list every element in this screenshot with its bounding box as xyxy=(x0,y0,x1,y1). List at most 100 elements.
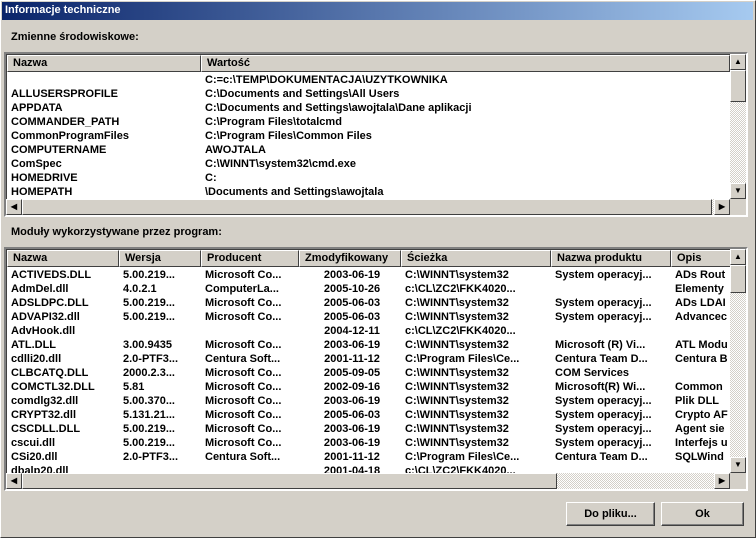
cell: Microsoft Co... xyxy=(205,381,282,393)
env-label: Zmienne środowiskowe: xyxy=(11,31,139,43)
cell: 2002-09-16 xyxy=(323,381,381,393)
cell: c:\CL\ZC2\FKK4020... xyxy=(405,465,516,473)
scroll-down-icon[interactable]: ▼ xyxy=(730,457,746,473)
list-row[interactable]: CLBCATQ.DLL 2000.2.3... Microsoft Co... 200… xyxy=(7,366,732,380)
cell xyxy=(119,464,201,473)
cell: 2001-11-12 xyxy=(324,353,380,365)
cell: COMPUTERNAME xyxy=(11,144,107,156)
cell: 5.131.21... xyxy=(123,409,175,421)
cell: Elementy xyxy=(675,283,724,295)
scroll-up-icon[interactable]: ▲ xyxy=(730,54,746,70)
list-row[interactable]: ATL.DLL 3.00.9435 Microsoft Co... 2003-06-1… xyxy=(7,338,732,352)
cell: 2005-10-26 xyxy=(323,283,381,295)
column-header-4[interactable]: Ścieżka xyxy=(401,250,551,267)
env-hscroll-thumb[interactable] xyxy=(22,199,712,215)
scroll-right-icon[interactable]: ▶ xyxy=(714,473,730,489)
cell: C:\WINNT\system32\cmd.exe xyxy=(205,158,356,170)
list-row[interactable]: CommonProgramFiles C:\Program Files\Commo… xyxy=(7,129,730,143)
cell: Microsoft Co... xyxy=(205,409,282,421)
column-header-2[interactable]: Producent xyxy=(201,250,299,267)
list-row[interactable]: AdvHook.dll 2004-12-11 c:\CL\ZC2\FKK4020..… xyxy=(7,324,732,338)
cell: ADs Rout xyxy=(675,269,726,281)
scroll-left-icon[interactable]: ◀ xyxy=(6,199,22,215)
cell: C:\WINNT\system32 xyxy=(405,381,509,393)
list-row[interactable]: cscui.dll 5.00.219... Microsoft Co... 2003-… xyxy=(7,436,732,450)
modules-hscroll-thumb[interactable] xyxy=(22,473,557,489)
column-header-1[interactable]: Wartość xyxy=(201,55,730,72)
cell: System operacyj... xyxy=(555,437,652,449)
list-row[interactable]: C:=c:\TEMP\DOKUMENTACJA\UZYTKOWNIKA xyxy=(7,73,730,87)
cell: C:\Program Files\totalcmd xyxy=(205,116,342,128)
cell: ADs LDAI xyxy=(675,297,726,309)
cell xyxy=(201,324,299,338)
cell: 2001-04-18 xyxy=(323,465,381,473)
cell: 2003-06-19 xyxy=(323,339,381,351)
cell: CRYPT32.dll xyxy=(11,409,76,421)
list-row[interactable]: COMMANDER_PATH C:\Program Files\totalcmd xyxy=(7,115,730,129)
env-vscroll-thumb[interactable] xyxy=(730,70,746,102)
list-row[interactable]: HOMEDRIVE C: xyxy=(7,171,730,185)
list-row[interactable]: CSCDLL.DLL 5.00.219... Microsoft Co... 2003… xyxy=(7,422,732,436)
env-list[interactable]: Nazwa Wartość C:=c:\TEMP\DOKUMENTACJA\UZY… xyxy=(4,52,748,217)
cell: 2001-11-12 xyxy=(324,451,380,463)
column-header-5[interactable]: Nazwa produktu xyxy=(551,250,671,267)
scroll-up-icon[interactable]: ▲ xyxy=(730,249,746,265)
cell: 5.00.219... xyxy=(123,311,175,323)
modules-label: Moduły wykorzystywane przez program: xyxy=(11,226,222,238)
cell: 2003-06-19 xyxy=(323,269,381,281)
cell xyxy=(201,464,299,473)
cell: ADVAPI32.dll xyxy=(11,311,80,323)
env-rows: C:=c:\TEMP\DOKUMENTACJA\UZYTKOWNIKA ALLUS… xyxy=(7,73,730,213)
list-row[interactable]: COMCTL32.DLL 5.81 Microsoft Co... 2002-09-1… xyxy=(7,380,732,394)
cell: System operacyj... xyxy=(555,409,652,421)
scroll-right-icon[interactable]: ▶ xyxy=(714,199,730,215)
column-header-0[interactable]: Nazwa xyxy=(7,250,119,267)
cell: 2004-12-11 xyxy=(324,325,380,337)
column-header-1[interactable]: Wersja xyxy=(119,250,201,267)
env-hscrollbar[interactable]: ◀ ▶ xyxy=(6,199,730,215)
list-row[interactable]: cdlli20.dll 2.0-PTF3... Centura Soft... 200… xyxy=(7,352,732,366)
cell: C:=c:\TEMP\DOKUMENTACJA\UZYTKOWNIKA xyxy=(205,74,448,86)
scroll-down-icon[interactable]: ▼ xyxy=(730,183,746,199)
cell: 5.00.219... xyxy=(123,269,175,281)
list-row[interactable]: ALLUSERSPROFILE C:\Documents and Settings… xyxy=(7,87,730,101)
cell: System operacyj... xyxy=(555,269,652,281)
ok-button[interactable]: Ok xyxy=(661,502,744,526)
cell: 5.00.219... xyxy=(123,297,175,309)
modules-hscrollbar[interactable]: ◀ ▶ xyxy=(6,473,730,489)
list-row[interactable]: ACTIVEDS.DLL 5.00.219... Microsoft Co... 20… xyxy=(7,268,732,282)
cell: Advancec xyxy=(675,311,727,323)
column-header-0[interactable]: Nazwa xyxy=(7,55,201,72)
list-row[interactable]: HOMEPATH \Documents and Settings\awojtala xyxy=(7,185,730,199)
modules-vscroll-thumb[interactable] xyxy=(730,265,746,293)
list-row[interactable]: COMPUTERNAME AWOJTALA xyxy=(7,143,730,157)
column-header-3[interactable]: Zmodyfikowany xyxy=(299,250,401,267)
size-corner xyxy=(730,199,746,215)
cell: C:\Documents and Settings\All Users xyxy=(205,88,400,100)
cell: Microsoft Co... xyxy=(205,437,282,449)
cell: Centura Soft... xyxy=(205,451,281,463)
list-row[interactable]: ComSpec C:\WINNT\system32\cmd.exe xyxy=(7,157,730,171)
list-row[interactable]: CSi20.dll 2.0-PTF3... Centura Soft... 2001-… xyxy=(7,450,732,464)
list-row[interactable]: APPDATA C:\Documents and Settings\awojtal… xyxy=(7,101,730,115)
cell: C:\WINNT\system32 xyxy=(405,297,509,309)
env-vscrollbar[interactable]: ▲ ▼ xyxy=(730,54,746,199)
cell: ADSLDPC.DLL xyxy=(11,297,89,309)
list-row[interactable]: ADSLDPC.DLL 5.00.219... Microsoft Co... 200… xyxy=(7,296,732,310)
cell: C: xyxy=(205,172,217,184)
cell: cscui.dll xyxy=(11,437,56,449)
list-row[interactable]: comdlg32.dll 5.00.370... Microsoft Co... 20… xyxy=(7,394,732,408)
cell: AdvHook.dll xyxy=(11,325,76,337)
modules-vscrollbar[interactable]: ▲ ▼ xyxy=(730,249,746,473)
list-row[interactable]: ADVAPI32.dll 5.00.219... Microsoft Co... 20… xyxy=(7,310,732,324)
scroll-left-icon[interactable]: ◀ xyxy=(6,473,22,489)
cell: C:\WINNT\system32 xyxy=(405,409,509,421)
save-to-file-button[interactable]: Do pliku... xyxy=(566,502,655,526)
cell: 5.00.219... xyxy=(123,423,175,435)
modules-list[interactable]: Nazwa Wersja Producent Zmodyfikowany Ścieżka… xyxy=(4,247,748,491)
cell: 2003-06-19 xyxy=(323,423,381,435)
list-row[interactable]: AdmDel.dll 4.0.2.1 ComputerLa... 2005-10-26… xyxy=(7,282,732,296)
column-header-6[interactable]: Opis xyxy=(671,250,732,267)
list-row[interactable]: CRYPT32.dll 5.131.21... Microsoft Co... 200… xyxy=(7,408,732,422)
list-row[interactable]: dbalp20.dll 2001-04-18 c:\CL\ZC2\FKK4020..… xyxy=(7,464,732,473)
